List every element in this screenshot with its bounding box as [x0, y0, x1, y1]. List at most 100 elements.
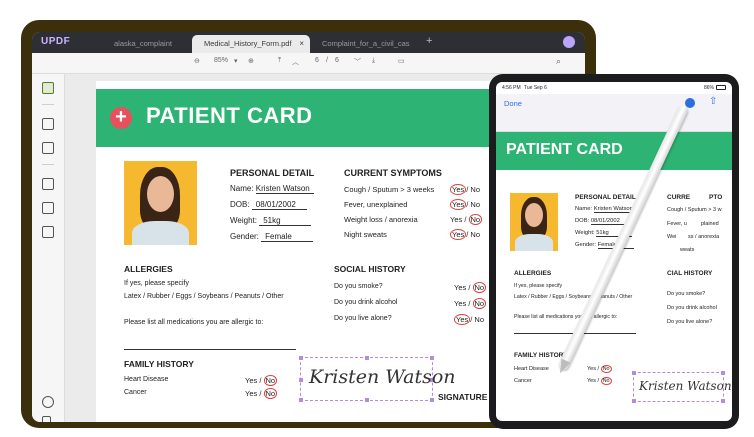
allergies-line3: Please list all medications you are alle…	[124, 319, 264, 326]
status-bar: 4:56 PM Tue Sep 6 86%	[496, 82, 732, 94]
zoom-out-icon[interactable]: ⊖	[194, 57, 200, 65]
symptom-answer[interactable]: Yes / No	[450, 184, 480, 195]
view-toolbar: ⊖ 85% ▾ ⊕ ⤒ ︿ 6 / 6 ﹀ ⤓ ▭ ⌕	[32, 53, 585, 74]
tablet-family-answer[interactable]: Yes / No	[587, 365, 612, 373]
organize-tool-icon[interactable]	[42, 202, 54, 214]
done-button[interactable]: Done	[504, 99, 522, 108]
medical-cross-icon: +	[110, 107, 132, 129]
tab-label: Complaint_for_a_civil_cas	[322, 39, 410, 48]
tablet-nav-bar: Done ⇧	[496, 94, 732, 132]
tablet-card-banner: PATIENT CARD	[496, 132, 732, 170]
signature-field[interactable]: Kristen Watson	[299, 356, 456, 402]
signature-image: Kristen Watson	[309, 366, 456, 388]
symptom-answer[interactable]: Yes / No	[450, 214, 483, 225]
card-title: PATIENT CARD	[146, 103, 313, 128]
page-separator: /	[326, 57, 328, 64]
tablet-symptom: Fever, u	[667, 221, 687, 227]
tablet-allergies-line2: Latex / Rubber / Eggs / Soybeans / Peanu…	[514, 294, 633, 300]
dob-value[interactable]: 08/01/2002	[251, 200, 307, 210]
app-logo: UPDF	[41, 36, 71, 47]
tablet-family-heading: FAMILY HISTORY	[514, 352, 568, 359]
allergies-heading: ALLERGIES	[124, 264, 173, 274]
tablet-signature-field[interactable]: Kristen Watson	[632, 371, 732, 403]
reader-icon[interactable]	[42, 82, 54, 94]
tablet-social-item: Do you smoke?	[667, 291, 706, 297]
family-history-heading: FAMILY HISTORY	[124, 359, 194, 369]
social-answer[interactable]: Yes / No	[454, 314, 484, 325]
tablet-family-label: Heart Disease	[514, 366, 549, 372]
tablet-name-row: Name: Kristen Watson	[575, 206, 636, 213]
page-total: 6	[335, 57, 339, 64]
battery-level: 86%	[703, 85, 714, 91]
symptom-label: Weight loss / anorexia	[344, 215, 418, 224]
social-answer[interactable]: Yes / No	[454, 282, 487, 293]
symptom-answer[interactable]: Yes / No	[450, 199, 480, 210]
zoom-dropdown-icon[interactable]: ▾	[234, 57, 238, 65]
current-symptoms-heading: CURRENT SYMPTOMS	[344, 168, 442, 178]
status-time: 4:56 PM	[502, 85, 521, 91]
share-icon[interactable]: ⇧	[709, 96, 717, 107]
card-banner: + PATIENT CARD	[96, 89, 516, 147]
tablet-current-heading-part2: PTO	[709, 194, 723, 201]
family-label: Heart Disease	[124, 376, 169, 383]
stage: UPDF alaska_complaint Medical_History_Fo…	[0, 0, 754, 437]
next-page-icon[interactable]: ﹀	[354, 57, 361, 67]
name-value[interactable]: Kristen Watson	[255, 184, 314, 194]
prev-page-icon[interactable]: ︿	[292, 57, 299, 67]
zoom-in-icon[interactable]: ⊕	[248, 57, 254, 65]
family-label: Cancer	[124, 389, 147, 396]
tablet-symptom: Cough / Sputum > 3 w	[667, 207, 722, 213]
tab-medical-history[interactable]: Medical_History_Form.pdf ×	[192, 35, 310, 53]
medications-field[interactable]	[124, 349, 296, 350]
pdf-page: + PATIENT CARD PERSONAL DETAIL Name: Kri…	[96, 81, 516, 422]
tablet-allergies-line3: Please list all medications you are alle…	[514, 314, 618, 320]
social-answer[interactable]: Yes / No	[454, 298, 487, 309]
zoom-level[interactable]: 85%	[214, 57, 228, 64]
edit-tool-icon[interactable]	[42, 142, 54, 154]
allergies-line2: Latex / Rubber / Eggs / Soybeans / Peanu…	[124, 293, 284, 300]
page-current[interactable]: 6	[315, 57, 319, 64]
social-label: Do you drink alcohol	[334, 299, 398, 306]
divider	[42, 164, 54, 165]
tablet-personal-heading: PERSONAL DETAIL	[575, 194, 636, 201]
bookmark-icon[interactable]	[42, 416, 51, 422]
weight-value[interactable]: 51kg	[259, 216, 312, 226]
tablet-family-answer[interactable]: Yes / No	[587, 377, 612, 385]
family-answer[interactable]: Yes / No	[245, 375, 278, 386]
tab-label: Medical_History_Form.pdf	[204, 39, 292, 48]
tablet-symptom: ss / anorexia	[688, 234, 720, 240]
last-page-icon[interactable]: ⤓	[372, 57, 375, 65]
tablet-symptom: weats	[680, 247, 695, 253]
comment-tool-icon[interactable]	[42, 118, 54, 130]
dob-row: DOB: 08/01/2002	[230, 200, 307, 210]
signature-label: SIGNATURE	[438, 392, 488, 402]
tablet-allergies-heading: ALLERGIES	[514, 270, 552, 277]
tablet-dob-row: DOB: 08/01/2002	[575, 218, 631, 225]
personal-detail-heading: PERSONAL DETAIL	[230, 168, 315, 178]
comment-icon[interactable]: ▭	[398, 57, 405, 65]
symptom-answer[interactable]: Yes / No	[450, 229, 480, 240]
battery-icon	[716, 85, 726, 90]
first-page-icon[interactable]: ⤒	[278, 57, 281, 65]
close-tab-icon[interactable]: ×	[299, 35, 304, 53]
allergies-line1: If yes, please specify	[124, 280, 189, 287]
tablet-card-title: PATIENT CARD	[506, 141, 623, 158]
status-date: Tue Sep 6	[524, 85, 547, 91]
gender-value[interactable]: Female	[261, 232, 314, 242]
divider	[42, 104, 54, 105]
convert-tool-icon[interactable]	[42, 226, 54, 238]
social-history-heading: SOCIAL HISTORY	[334, 264, 406, 274]
tablet-symptom: plained	[701, 221, 719, 227]
tablet-allergies-line1: If yes, please specify	[514, 283, 563, 289]
gender-row: Gender: Female	[230, 232, 314, 242]
form-tool-icon[interactable]	[42, 178, 54, 190]
layers-icon[interactable]	[42, 396, 54, 408]
tablet-social-item: Do you drink alcohol	[667, 305, 717, 311]
avatar[interactable]	[563, 36, 575, 48]
symptom-label: Fever, unexplained	[344, 200, 408, 209]
new-tab-button[interactable]: +	[426, 35, 432, 47]
search-icon[interactable]: ⌕	[556, 56, 561, 67]
tablet-patient-photo	[510, 193, 558, 251]
tab-civil-complaint[interactable]: Complaint_for_a_civil_cas	[310, 35, 420, 53]
family-answer[interactable]: Yes / No	[245, 388, 278, 399]
